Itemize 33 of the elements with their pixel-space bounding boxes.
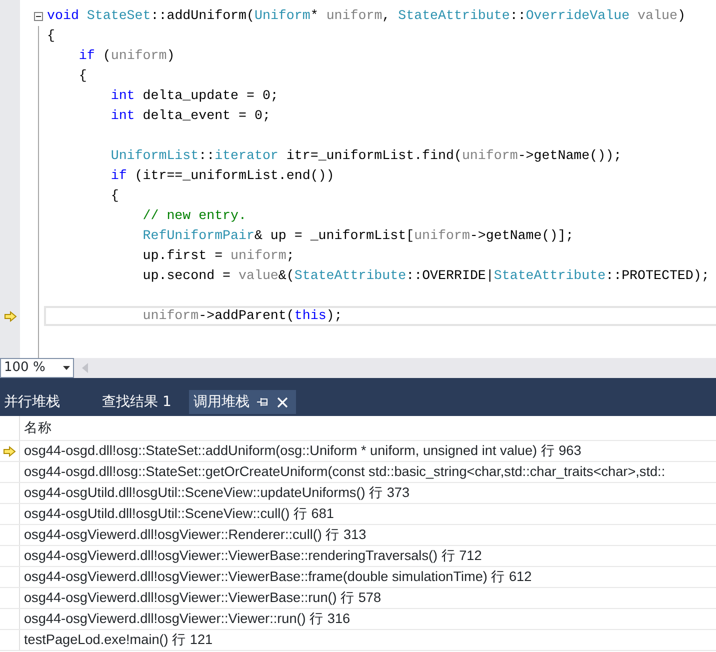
stack-frame[interactable]: osg44-osgUtild.dll!osgUtil::SceneView::cull() 行 681 [20,504,334,524]
code-line: UniformList::iterator itr=_uniformList.find(uniform->getName()); [110,147,622,165]
code-line: uniform->addParent(this); [142,307,342,325]
collapse-icon[interactable] [34,12,43,21]
code-line: { [46,27,55,45]
zoom-dropdown[interactable]: 100 % [0,358,74,378]
code-line: void StateSet::addUniform(Uniform* uniform, StateAttribute::OverrideValue value) [46,7,686,25]
code-line: up.second = value&(StateAttribute::OVERRIDE|StateAttribute::PROTECTED); [142,267,710,285]
stack-frame[interactable]: osg44-osgViewerd.dll!osgViewer::ViewerBase::frame(double simulationTime) 行 612 [20,566,532,588]
close-icon[interactable] [277,396,288,408]
stack-frame[interactable]: osg44-osgViewerd.dll!osgViewer::Viewer::run() 行 316 [20,608,350,630]
tab[interactable]: 调用堆栈 [189,390,296,414]
code-line: { [110,187,119,205]
stack-frame[interactable]: testPageLod.exe!main() 行 121 [20,630,213,650]
stack-frame[interactable]: osg44-osgViewerd.dll!osgViewer::ViewerBase::renderingTraversals() 行 712 [20,546,482,566]
pin-icon[interactable] [257,397,270,407]
tab[interactable]: 查找结果 1 [98,390,180,414]
stack-frame[interactable]: osg44-osgd.dll!osg::StateSet::getOrCreateUniform(const std::basic_string<char,std::char_traits<char>,std:: [20,462,666,482]
code-line: if (uniform) [78,47,175,65]
tab[interactable]: 并行堆栈 [0,390,68,414]
stack-frame[interactable]: osg44-osgViewerd.dll!osgViewer::Renderer::cull() 行 313 [20,524,366,546]
stack-frame[interactable]: osg44-osgUtild.dll!osgUtil::SceneView::updateUniforms() 行 373 [20,482,410,504]
code-line: up.first = uniform; [142,247,294,265]
code-line: // new entry. [142,207,246,225]
code-line: RefUniformPair& up = _uniformList[uniform->getName()]; [142,227,574,245]
code-line: { [78,67,87,85]
stack-frame[interactable]: osg44-osgViewerd.dll!osgViewer::ViewerBase::run() 行 578 [20,588,382,608]
code-line: int delta_event = 0; [110,107,270,125]
code-line: if (itr==_uniformList.end()) [110,167,334,185]
column-header[interactable]: 名称 [20,418,52,438]
code-line: int delta_update = 0; [110,87,278,105]
caret-icon [63,366,70,370]
stack-frame[interactable]: osg44-osgd.dll!osg::StateSet::addUniform(osg::Uniform * uniform, unsigned int value) 行 963 [20,440,582,462]
